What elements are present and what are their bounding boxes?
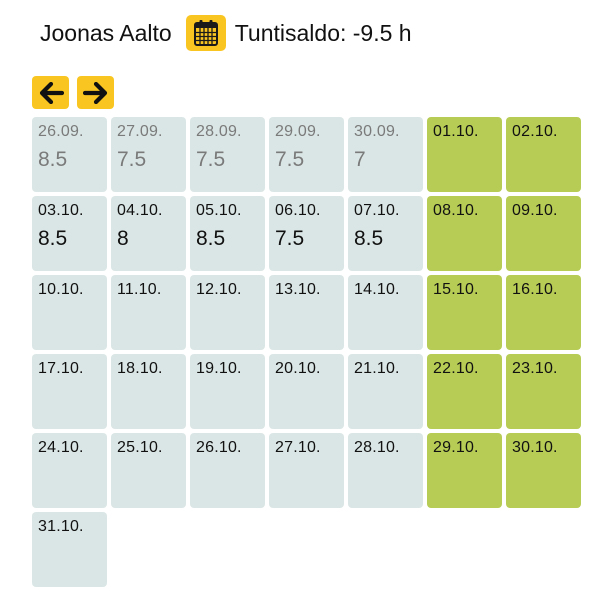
user-name: Joonas Aalto — [40, 19, 172, 46]
day-date: 30.10. — [512, 439, 558, 456]
day-cell[interactable]: 03.10. 8.5 — [32, 196, 107, 271]
day-cell[interactable]: 22.10. — [427, 354, 502, 429]
day-date: 06.10. — [275, 202, 321, 219]
day-date: 15.10. — [433, 281, 479, 298]
day-date: 18.10. — [117, 360, 163, 377]
day-cell[interactable]: 30.10. — [506, 433, 581, 508]
day-cell[interactable]: 29.10. — [427, 433, 502, 508]
day-cell[interactable]: 28.10. — [348, 433, 423, 508]
day-date: 26.10. — [196, 439, 242, 456]
day-cell[interactable]: 27.10. — [269, 433, 344, 508]
day-date: 12.10. — [196, 281, 242, 298]
day-cell[interactable]: 31.10. — [32, 512, 107, 587]
day-date: 10.10. — [38, 281, 84, 298]
day-cell[interactable]: 11.10. — [111, 275, 186, 350]
day-hours: 7 — [354, 148, 366, 171]
day-date: 26.09. — [38, 123, 84, 140]
day-cell[interactable]: 26.10. — [190, 433, 265, 508]
day-cell[interactable]: 21.10. — [348, 354, 423, 429]
day-date: 29.09. — [275, 123, 321, 140]
day-cell[interactable]: 20.10. — [269, 354, 344, 429]
day-hours: 8 — [117, 227, 129, 250]
calendar-button[interactable] — [185, 15, 226, 51]
day-date: 27.10. — [275, 439, 321, 456]
day-cell[interactable]: 28.09. 7.5 — [190, 117, 265, 192]
day-cell[interactable]: 09.10. — [506, 196, 581, 271]
day-cell[interactable]: 10.10. — [32, 275, 107, 350]
day-date: 23.10. — [512, 360, 558, 377]
day-date: 02.10. — [512, 123, 558, 140]
day-cell[interactable]: 16.10. — [506, 275, 581, 350]
day-hours: 7.5 — [196, 148, 226, 171]
day-cell[interactable]: 23.10. — [506, 354, 581, 429]
day-date: 09.10. — [512, 202, 558, 219]
day-cell[interactable]: 12.10. — [190, 275, 265, 350]
day-cell[interactable]: 05.10. 8.5 — [190, 196, 265, 271]
day-cell[interactable]: 13.10. — [269, 275, 344, 350]
day-date: 28.10. — [354, 439, 400, 456]
day-date: 17.10. — [38, 360, 84, 377]
day-date: 24.10. — [38, 439, 84, 456]
day-cell[interactable]: 08.10. — [427, 196, 502, 271]
calendar-icon — [193, 20, 218, 46]
next-month-button[interactable] — [77, 76, 114, 109]
hour-balance: Tuntisaldo: -9.5 h — [234, 19, 412, 46]
day-date: 03.10. — [38, 202, 84, 219]
day-hours: 8.5 — [196, 227, 226, 250]
day-cell[interactable]: 30.09. 7 — [348, 117, 423, 192]
previous-month-button[interactable] — [32, 76, 69, 109]
header: Joonas Aalto Tuntisaldo: -9.5 h — [40, 14, 412, 52]
day-date: 11.10. — [117, 281, 162, 298]
day-date: 07.10. — [354, 202, 400, 219]
day-date: 20.10. — [275, 360, 321, 377]
day-cell[interactable]: 26.09. 8.5 — [32, 117, 107, 192]
day-date: 28.09. — [196, 123, 242, 140]
day-date: 14.10. — [354, 281, 400, 298]
day-cell[interactable]: 04.10. 8 — [111, 196, 186, 271]
day-cell[interactable]: 17.10. — [32, 354, 107, 429]
day-date: 01.10. — [433, 123, 479, 140]
calendar-grid: 26.09. 8.5 27.09. 7.5 28.09. 7.5 29.09. 7.5 30.0… — [32, 117, 581, 587]
day-cell[interactable]: 15.10. — [427, 275, 502, 350]
day-date: 04.10. — [117, 202, 163, 219]
day-date: 16.10. — [512, 281, 558, 298]
day-date: 27.09. — [117, 123, 163, 140]
day-cell[interactable]: 14.10. — [348, 275, 423, 350]
day-hours: 8.5 — [38, 148, 68, 171]
day-hours: 7.5 — [275, 148, 305, 171]
day-cell[interactable]: 24.10. — [32, 433, 107, 508]
arrow-right-icon — [82, 81, 107, 104]
day-date: 22.10. — [433, 360, 479, 377]
day-date: 29.10. — [433, 439, 479, 456]
day-hours: 8.5 — [38, 227, 68, 250]
day-date: 31.10. — [38, 518, 84, 535]
day-cell[interactable]: 02.10. — [506, 117, 581, 192]
day-cell[interactable]: 19.10. — [190, 354, 265, 429]
day-cell[interactable]: 25.10. — [111, 433, 186, 508]
day-hours: 7.5 — [275, 227, 305, 250]
day-cell[interactable]: 29.09. 7.5 — [269, 117, 344, 192]
day-cell[interactable]: 01.10. — [427, 117, 502, 192]
day-date: 30.09. — [354, 123, 400, 140]
day-date: 08.10. — [433, 202, 479, 219]
day-cell[interactable]: 27.09. 7.5 — [111, 117, 186, 192]
day-cell[interactable]: 07.10. 8.5 — [348, 196, 423, 271]
arrow-left-icon — [39, 81, 64, 104]
day-date: 21.10. — [354, 360, 400, 377]
day-date: 25.10. — [117, 439, 163, 456]
day-cell[interactable]: 18.10. — [111, 354, 186, 429]
day-cell[interactable]: 06.10. 7.5 — [269, 196, 344, 271]
day-date: 19.10. — [196, 360, 242, 377]
day-date: 13.10. — [275, 281, 321, 298]
day-date: 05.10. — [196, 202, 242, 219]
month-navigation — [32, 76, 114, 109]
day-hours: 8.5 — [354, 227, 384, 250]
day-hours: 7.5 — [117, 148, 147, 171]
